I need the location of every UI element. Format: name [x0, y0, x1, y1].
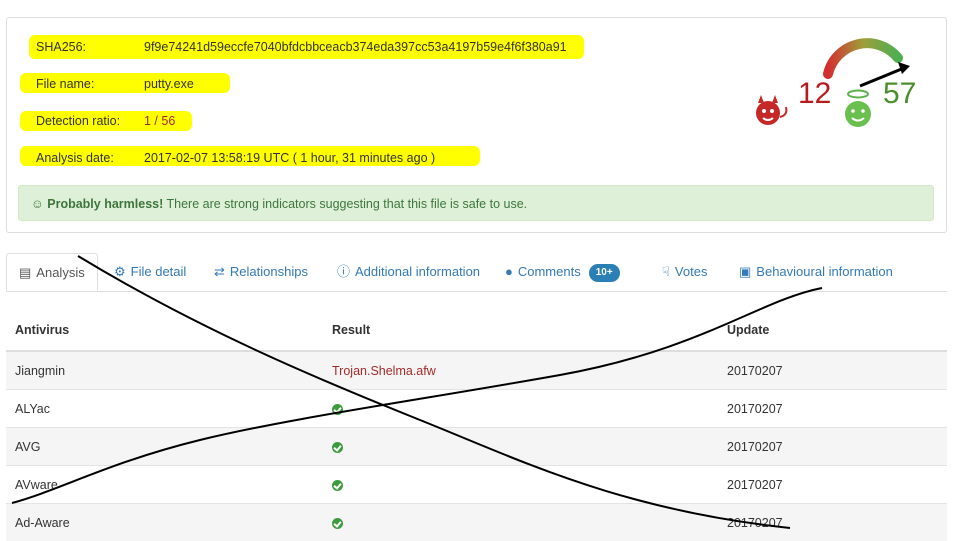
- table-header-row: Antivirus Result Update: [6, 310, 947, 351]
- clean-check-icon: [332, 518, 343, 529]
- harmless-votes-count: 57: [883, 77, 916, 111]
- zoom-icon: ⚙: [114, 253, 126, 291]
- detection-ratio-label: Detection ratio:: [36, 114, 120, 128]
- harmless-alert: ☺ Probably harmless! There are strong in…: [18, 185, 934, 221]
- thumbs-down-icon: ☟: [662, 253, 670, 291]
- tab-additional-information-label: Additional information: [355, 264, 480, 279]
- result-cell: [323, 466, 718, 504]
- sha256-value: 9f9e74241d59eccfe7040bfdcbbceacb374eda39…: [144, 40, 567, 54]
- malicious-votes-count: 12: [798, 77, 831, 111]
- tab-file-detail[interactable]: ⚙ File detail: [114, 253, 186, 291]
- table-row: AVware 20170207: [6, 466, 947, 504]
- tab-additional-information[interactable]: ⓘ Additional information: [337, 253, 480, 291]
- antivirus-name: AVG: [6, 428, 323, 466]
- angel-icon: [842, 88, 874, 130]
- antivirus-results-table: Antivirus Result Update Jiangmin Trojan.…: [6, 310, 947, 541]
- clean-check-icon: [332, 480, 343, 491]
- sha256-label: SHA256:: [36, 40, 86, 54]
- antivirus-name: AVware: [6, 466, 323, 504]
- clean-check-icon: [332, 442, 343, 453]
- shuffle-icon: ⇄: [214, 253, 225, 291]
- clean-check-icon: [332, 404, 343, 415]
- update-cell: 20170207: [718, 428, 947, 466]
- tab-votes-label: Votes: [675, 264, 708, 279]
- analysis-date-label: Analysis date:: [36, 151, 114, 165]
- table-row: Jiangmin Trojan.Shelma.afw 20170207: [6, 351, 947, 390]
- comments-count-badge: 10+: [589, 264, 620, 282]
- detection-result: Trojan.Shelma.afw: [332, 364, 436, 378]
- film-icon: ▣: [739, 253, 751, 291]
- harmless-alert-title: Probably harmless!: [47, 197, 163, 211]
- table-row: AVG 20170207: [6, 428, 947, 466]
- harmless-alert-text: There are strong indicators suggesting t…: [163, 197, 527, 211]
- tab-bar: ▤ Analysis ⚙ File detail ⇄ Relationships ⓘ A…: [6, 253, 947, 292]
- result-cell: [323, 390, 718, 428]
- table-icon: ▤: [19, 254, 31, 292]
- tab-analysis-label: Analysis: [36, 265, 84, 280]
- result-cell: [323, 428, 718, 466]
- table-row: ALYac 20170207: [6, 390, 947, 428]
- tab-file-detail-label: File detail: [131, 264, 187, 279]
- update-cell: 20170207: [718, 504, 947, 541]
- devil-icon: [754, 95, 792, 129]
- result-cell: [323, 504, 718, 541]
- tab-behavioural-information-label: Behavioural information: [756, 264, 893, 279]
- update-cell: 20170207: [718, 351, 947, 390]
- column-header-result[interactable]: Result: [323, 310, 718, 351]
- update-cell: 20170207: [718, 390, 947, 428]
- tab-relationships-label: Relationships: [230, 264, 308, 279]
- column-header-antivirus[interactable]: Antivirus: [6, 310, 323, 351]
- antivirus-name: Jiangmin: [6, 351, 323, 390]
- table-row: Ad-Aware 20170207: [6, 504, 947, 541]
- result-cell: Trojan.Shelma.afw: [323, 351, 718, 390]
- antivirus-name: Ad-Aware: [6, 504, 323, 541]
- detection-ratio-value: 1 / 56: [144, 114, 175, 128]
- filename-value: putty.exe: [144, 77, 194, 91]
- tab-behavioural-information[interactable]: ▣ Behavioural information: [739, 253, 893, 291]
- comment-icon: ●: [505, 253, 513, 291]
- tab-comments-label: Comments: [518, 264, 581, 279]
- tab-analysis[interactable]: ▤ Analysis: [6, 253, 98, 291]
- filename-label: File name:: [36, 77, 94, 91]
- tab-votes[interactable]: ☟ Votes: [662, 253, 707, 291]
- smile-icon: ☺: [31, 197, 44, 211]
- tab-comments[interactable]: ● Comments 10+: [505, 253, 620, 291]
- update-cell: 20170207: [718, 466, 947, 504]
- info-icon: ⓘ: [337, 253, 350, 291]
- column-header-update[interactable]: Update: [718, 310, 947, 351]
- antivirus-name: ALYac: [6, 390, 323, 428]
- analysis-date-value: 2017-02-07 13:58:19 UTC ( 1 hour, 31 min…: [144, 151, 435, 165]
- tab-relationships[interactable]: ⇄ Relationships: [214, 253, 308, 291]
